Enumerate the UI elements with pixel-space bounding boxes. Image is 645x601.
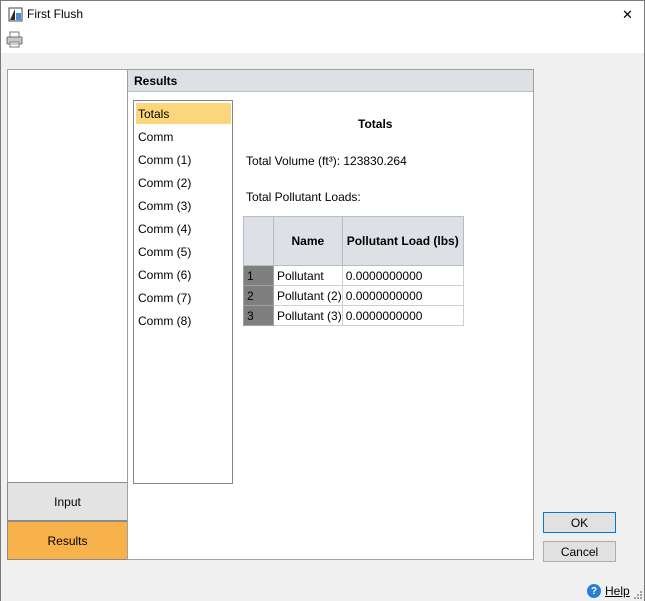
cell-pollutant-load[interactable]: 0.0000000000: [341, 265, 464, 286]
help-link[interactable]: ? Help: [587, 583, 630, 599]
totals-title: Totals: [358, 117, 393, 131]
table-row: 2 Pollutant (2) 0.0000000000: [243, 285, 464, 306]
close-icon: ✕: [622, 7, 633, 22]
column-header-pollutant-load[interactable]: Pollutant Load (lbs): [341, 216, 464, 266]
print-button[interactable]: [5, 31, 25, 49]
list-item-comm-8[interactable]: Comm (8): [136, 310, 231, 331]
nav-input-button[interactable]: Input: [7, 482, 128, 521]
cell-name[interactable]: Pollutant (3): [273, 305, 343, 326]
help-icon: ?: [587, 584, 601, 598]
table-corner-header[interactable]: [243, 216, 274, 266]
column-header-name[interactable]: Name: [273, 216, 343, 266]
resize-grip-icon[interactable]: [632, 589, 642, 599]
list-item-comm-5[interactable]: Comm (5): [136, 241, 231, 262]
first-flush-window: First Flush ✕ Input Results Results Tota…: [0, 0, 645, 601]
nav-results-button[interactable]: Results: [7, 521, 128, 560]
list-item-comm-3[interactable]: Comm (3): [136, 195, 231, 216]
total-volume-text: Total Volume (ft³): 123830.264: [246, 154, 407, 168]
cell-name[interactable]: Pollutant (2): [273, 285, 343, 306]
ok-button-label: OK: [570, 515, 589, 530]
app-icon: [8, 7, 23, 22]
table-row: 1 Pollutant 0.0000000000: [243, 265, 464, 286]
table-row: 3 Pollutant (3) 0.0000000000: [243, 305, 464, 326]
list-item-comm-6[interactable]: Comm (6): [136, 264, 231, 285]
row-header[interactable]: 2: [243, 285, 274, 306]
row-header[interactable]: 3: [243, 305, 274, 326]
pollutant-loads-label: Total Pollutant Loads:: [246, 190, 361, 204]
results-list[interactable]: Totals Comm Comm (1) Comm (2) Comm (3) C…: [133, 100, 233, 484]
nav-input-label: Input: [54, 494, 81, 509]
row-header[interactable]: 1: [243, 265, 274, 286]
help-label: Help: [605, 584, 630, 598]
window-title: First Flush: [27, 7, 84, 21]
list-item-comm-7[interactable]: Comm (7): [136, 287, 231, 308]
cell-name[interactable]: Pollutant: [273, 265, 343, 286]
close-button[interactable]: ✕: [611, 1, 644, 29]
cancel-button[interactable]: Cancel: [543, 541, 616, 562]
printer-icon: [6, 31, 23, 48]
cell-pollutant-load[interactable]: 0.0000000000: [341, 285, 464, 306]
list-item-comm-4[interactable]: Comm (4): [136, 218, 231, 239]
nav-results-label: Results: [47, 533, 88, 548]
list-item-comm-1[interactable]: Comm (1): [136, 149, 231, 170]
list-item-totals[interactable]: Totals: [136, 103, 231, 124]
title-bar: First Flush ✕: [1, 1, 644, 29]
toolbar: [1, 29, 644, 53]
cell-pollutant-load[interactable]: 0.0000000000: [341, 305, 464, 326]
cancel-button-label: Cancel: [560, 544, 599, 559]
pollutant-loads-table: Name Pollutant Load (lbs) 1 Pollutant 0.…: [243, 216, 464, 326]
results-header: Results: [128, 70, 533, 92]
list-item-comm-2[interactable]: Comm (2): [136, 172, 231, 193]
ok-button[interactable]: OK: [543, 512, 616, 533]
work-area: Input Results Results Totals Comm Comm (…: [1, 53, 644, 601]
list-item-comm[interactable]: Comm: [136, 126, 231, 147]
results-panel: Results Totals Comm Comm (1) Comm (2) Co…: [127, 69, 534, 560]
